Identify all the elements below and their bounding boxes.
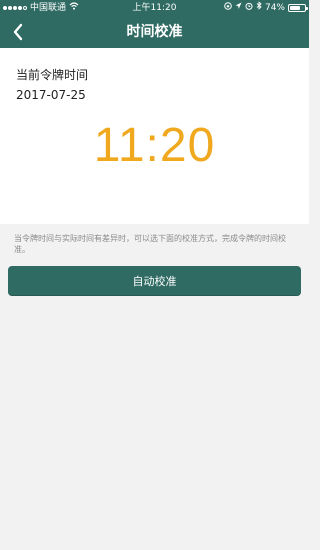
location-icon xyxy=(235,0,242,16)
token-date: 2017-07-25 xyxy=(16,88,86,102)
alarm-icon xyxy=(245,0,253,16)
lock-rotation-icon xyxy=(224,0,232,16)
token-time-card: 当前令牌时间 2017-07-25 11:20 xyxy=(0,48,309,224)
bluetooth-icon xyxy=(256,0,262,16)
token-time-display: 11:20 xyxy=(93,119,216,172)
status-bar-right: 74% xyxy=(224,0,308,16)
auto-calibrate-button[interactable]: 自动校准 xyxy=(8,266,301,296)
battery-fill xyxy=(290,6,301,10)
header: 中国联通 上午11:20 74% 时间校准 xyxy=(0,0,309,48)
calibration-note: 当令牌时间与实际时间有差异时，可以选下面的校准方式，完成令牌的时间校准。 xyxy=(14,234,286,254)
page-title: 时间校准 xyxy=(126,24,183,40)
nav-bar: 时间校准 xyxy=(0,16,309,48)
battery-percent: 74% xyxy=(264,3,285,13)
status-bar: 中国联通 上午11:20 74% xyxy=(0,0,309,16)
battery-icon xyxy=(288,4,308,12)
token-time-label: 当前令牌时间 xyxy=(16,68,89,82)
